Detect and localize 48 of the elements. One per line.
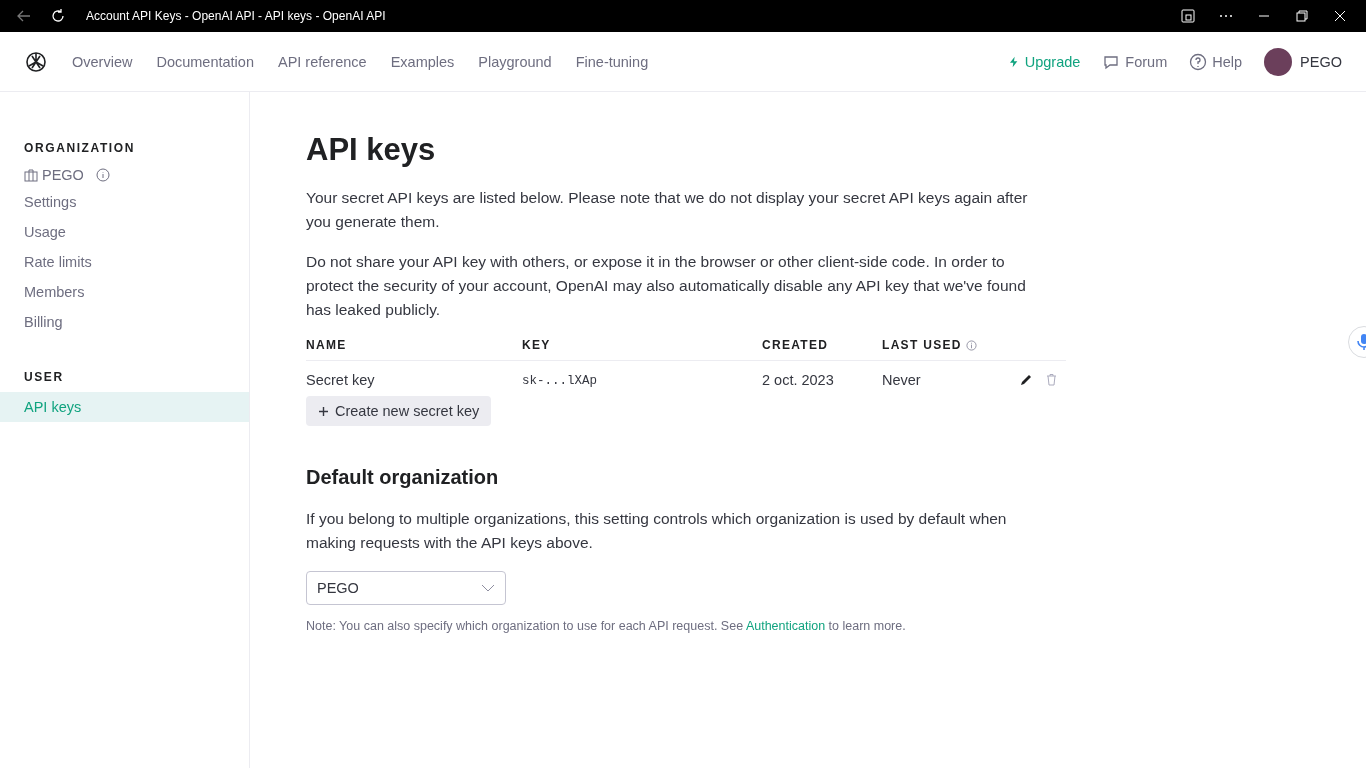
app-icon[interactable] [1180,8,1196,24]
last-used: Never [882,371,921,388]
chevron-down-icon [481,584,495,592]
section-title: Default organization [306,466,500,489]
briefcase-icon [24,168,38,182]
nav-link[interactable]: Examples [378,53,467,70]
restore-icon[interactable] [1294,8,1310,24]
organization-name[interactable]: PEGO [42,167,84,183]
avatar[interactable] [1264,47,1293,76]
column-header: LAST USED [882,338,962,352]
key-name: Secret key [306,371,375,388]
sidebar-item[interactable]: Settings [0,187,249,217]
description-text: Your secret API keys are listed below. Please note that we do not display your secret API keys again after you generate them. [306,188,1029,232]
create-key-button[interactable]: Create new secret key [306,396,492,426]
info-icon[interactable] [95,168,110,182]
user-name[interactable]: PEGO [1300,53,1342,70]
sidebar-item[interactable]: Members [0,277,249,307]
organization-select[interactable]: PEGO [306,571,506,605]
close-icon[interactable] [1332,8,1348,24]
sidebar-item[interactable]: API keys [0,392,249,422]
column-header: KEY [522,338,551,352]
column-header: NAME [306,338,347,352]
sidebar-item[interactable]: Billing [0,307,249,337]
key-value: sk-...lXAp [522,374,597,388]
section-heading: USER [23,369,65,386]
window-title: Account API Keys - OpenAI API - API keys - OpenAI API [86,9,387,23]
sidebar-item[interactable]: Rate limits [0,247,249,277]
upgrade-button[interactable]: Upgrade [1003,50,1085,73]
note-text: Note: You can also specify which organization to use for each API request. See Authentication to learn more. [306,619,907,633]
column-header: CREATED [762,338,829,352]
created-date: 2 oct. 2023 [762,371,834,388]
nav-link[interactable]: Overview [60,53,145,70]
authentication-link[interactable]: Authentication [745,619,826,633]
description-text: If you belong to multiple organizations, this setting controls which organization is used by default when making requests with the API keys above. [306,509,1008,553]
sidebar-item[interactable]: Usage [0,217,249,247]
help-button[interactable]: Help [1185,50,1247,73]
page-title: API keys [306,132,437,168]
edit-icon[interactable] [1020,373,1033,386]
description-text: Do not share your API key with others, or expose it in the browser or other client-side code. In order to protect the security of your account, OpenAI may also automatically disable any API key that we've found has leaked publicly. [306,252,1027,320]
nav-link[interactable]: Fine-tuning [563,53,661,70]
help-icon [1189,52,1208,71]
nav-link[interactable]: Documentation [144,53,266,70]
section-heading: ORGANIZATION [23,140,136,157]
nav-link[interactable]: API reference [265,53,379,70]
nav-link[interactable]: Playground [466,53,564,70]
forum-button[interactable]: Forum [1098,50,1172,73]
logo-icon[interactable] [24,49,48,74]
plus-icon [318,405,329,417]
